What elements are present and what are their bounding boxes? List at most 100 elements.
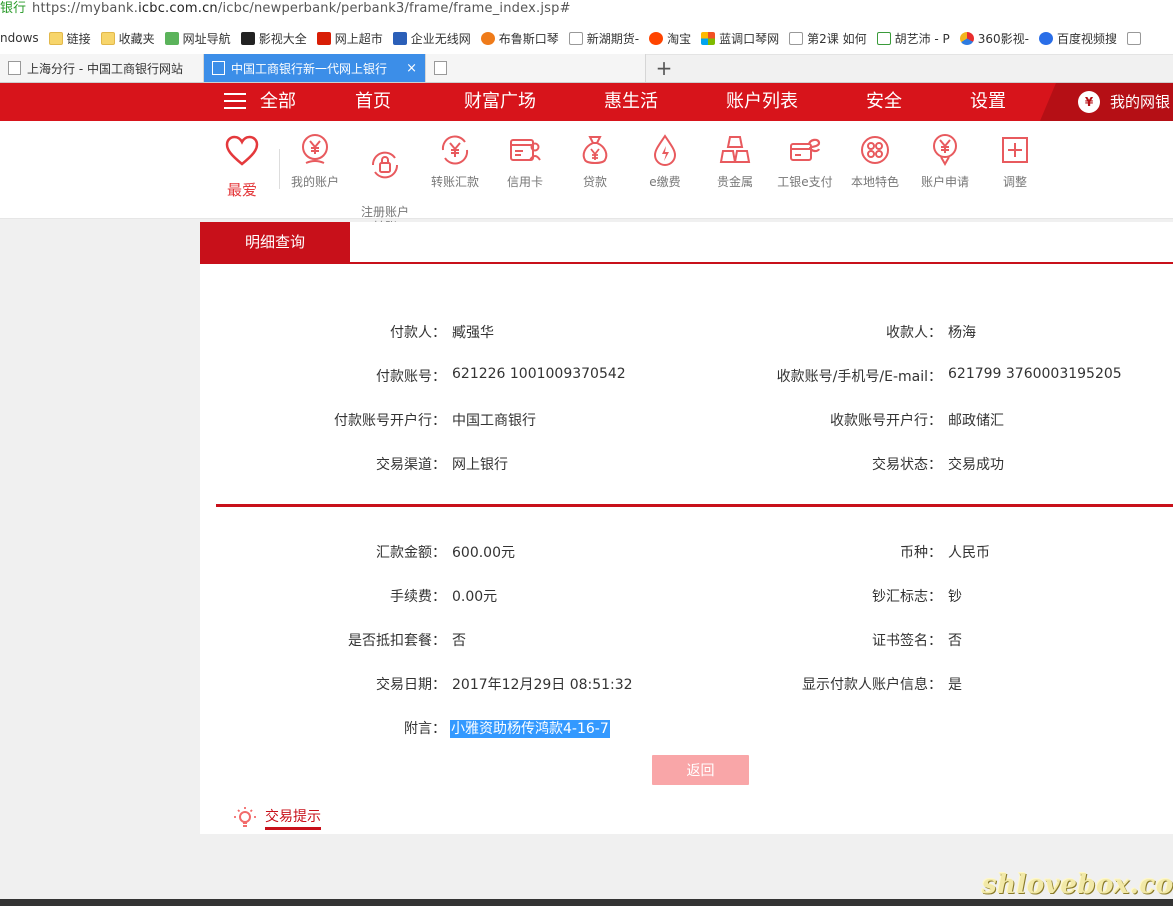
yuan-circle-icon — [302, 134, 328, 164]
bookmark-nav[interactable]: 网址导航 — [164, 30, 231, 47]
bookmark-windows[interactable]: ndows — [0, 31, 39, 45]
url-text[interactable]: https://mybank.icbc.com.cn/icbc/newperba… — [32, 1, 571, 16]
credit-card-icon — [510, 139, 541, 161]
nav-accounts[interactable]: 账户列表 — [726, 83, 798, 121]
bookmark-baidu[interactable]: 百度视频搜 — [1039, 30, 1117, 47]
tab-detail-query[interactable]: 明细查询 — [200, 222, 350, 263]
nav-wealth[interactable]: 财富广场 — [464, 83, 536, 121]
func-credit-card[interactable]: 信用卡 — [490, 133, 560, 190]
fee-value: 0.00元 — [452, 589, 498, 605]
bookmark-site-icon — [876, 31, 891, 45]
gold-bars-icon — [719, 136, 751, 163]
package-label: 是否抵扣套餐： — [348, 633, 446, 649]
bookmark-360[interactable]: 360影视- — [959, 30, 1029, 47]
epay-card-icon — [790, 138, 821, 161]
func-loan[interactable]: 贷款 — [560, 133, 630, 190]
bookmark-video[interactable]: 影视大全 — [240, 30, 307, 47]
show-payer-value: 是 — [948, 677, 962, 693]
detail-panel: 明细查询 付款人： 臧强华 收款人： 杨海 付款账号： 621226 10010… — [200, 222, 1173, 834]
bookmark-market[interactable]: 网上超市 — [316, 30, 383, 47]
currency-label: 币种： — [900, 545, 942, 561]
baidu-paw-icon — [1039, 31, 1054, 45]
func-registered-transfer[interactable]: 注册账户 转账 — [350, 133, 420, 235]
close-icon[interactable]: × — [406, 61, 417, 76]
payee-account-value: 621799 3760003195205 — [948, 366, 1122, 382]
func-precious-metals[interactable]: 贵金属 — [700, 133, 770, 190]
address-bar[interactable]: 银行 https://mybank.icbc.com.cn/icbc/newper… — [0, 0, 1173, 22]
heart-icon — [225, 135, 259, 166]
page-icon — [212, 61, 225, 75]
new-tab-button[interactable]: + — [646, 54, 682, 82]
browser-tabs: 上海分行 - 中国工商银行网站 中国工商银行新一代网上银行 × + — [0, 54, 1173, 83]
bookmark-wifi[interactable]: 企业无线网 — [392, 30, 471, 47]
payer-label: 付款人： — [390, 325, 446, 341]
memo-label: 附言： — [404, 721, 446, 737]
channel-value: 网上银行 — [452, 457, 508, 473]
bookmark-blues[interactable]: 蓝调口琴网 — [701, 30, 779, 47]
payee-value: 杨海 — [948, 325, 976, 341]
cert-value: 否 — [948, 633, 962, 649]
nav-security[interactable]: 安全 — [866, 83, 902, 121]
payer-value: 臧强华 — [452, 325, 494, 341]
address-prefix: 银行 — [0, 1, 27, 16]
favorites-button[interactable]: 最爱 — [222, 135, 262, 200]
nav-all[interactable]: 全部 — [224, 83, 296, 121]
payee-label: 收款人： — [886, 325, 942, 341]
tab-shanghai-branch[interactable]: 上海分行 - 中国工商银行网站 — [0, 54, 204, 82]
smile-icon — [480, 31, 495, 45]
main-nav: 全部 首页 财富广场 惠生活 账户列表 安全 设置 ¥ 我的网银 — [0, 83, 1173, 121]
local-dots-icon — [861, 136, 889, 164]
payee-bank-label: 收款账号开户行： — [830, 413, 942, 429]
func-account-apply[interactable]: 账户申请 — [910, 133, 980, 190]
bookmark-favorites[interactable]: 收藏夹 — [100, 30, 155, 47]
amount-label: 汇款金额： — [376, 545, 446, 561]
nav-home[interactable]: 首页 — [355, 83, 391, 121]
currency-value: 人民币 — [948, 545, 990, 561]
lightbulb-icon — [234, 807, 256, 827]
my-netbank-button[interactable]: ¥ 我的网银 — [1056, 83, 1173, 121]
func-adjust[interactable]: 调整 — [980, 133, 1050, 190]
cert-label: 证书签名： — [872, 633, 942, 649]
nav-settings[interactable]: 设置 — [970, 83, 1006, 121]
bookmark-futures[interactable]: 新湖期货- — [568, 30, 639, 47]
func-local-features[interactable]: 本地特色 — [840, 133, 910, 190]
payee-account-label: 收款账号/手机号/E-mail： — [776, 369, 942, 385]
function-icon-bar: 最爱 我的账户 注册账户 转账 转账汇款 信用卡 贷款 e缴费 贵金属 工银e支… — [0, 121, 1173, 234]
nav-slant — [1040, 83, 1056, 121]
tab-blank[interactable] — [426, 54, 646, 82]
func-transfer[interactable]: 转账汇款 — [420, 133, 490, 190]
back-button[interactable]: 返回 — [652, 755, 749, 785]
bookmark-taobao[interactable]: 淘宝 — [649, 30, 691, 47]
page-icon — [789, 31, 804, 45]
bookmark-lesson[interactable]: 第2课 如何 — [789, 30, 867, 47]
bookmark-harmonica[interactable]: 布鲁斯口琴 — [480, 30, 559, 47]
yuan-pin-icon — [933, 134, 957, 167]
memo-value: 小雅资助杨传鸿款4-16-7 — [450, 718, 610, 738]
page-icon — [434, 61, 447, 75]
func-my-account[interactable]: 我的账户 — [280, 133, 350, 190]
channel-label: 交易渠道： — [376, 457, 446, 473]
page-icon — [8, 61, 21, 75]
bookmark-huyipei[interactable]: 胡艺沛 - P — [876, 30, 950, 47]
bookmark-more[interactable] — [1127, 31, 1145, 45]
leaf-icon — [164, 31, 179, 45]
func-icbc-epay[interactable]: 工银e支付 — [770, 133, 840, 190]
tmall-icon — [316, 31, 331, 45]
tab-underline — [200, 262, 1173, 264]
transaction-tips[interactable]: 交易提示 — [233, 806, 321, 830]
payee-bank-value: 邮政储汇 — [948, 413, 1004, 429]
plus-square-icon — [1002, 137, 1028, 163]
transfer-yuan-icon — [441, 135, 469, 165]
page-icon — [568, 31, 583, 45]
status-value: 交易成功 — [948, 457, 1004, 473]
cash-flag-value: 钞 — [948, 589, 962, 605]
nav-life[interactable]: 惠生活 — [604, 83, 658, 121]
memo-selected-text[interactable]: 小雅资助杨传鸿款4-16-7 — [450, 720, 610, 738]
func-epay-bills[interactable]: e缴费 — [630, 133, 700, 190]
tab-icbc-netbank[interactable]: 中国工商银行新一代网上银行 × — [204, 54, 426, 82]
folder-icon — [100, 31, 115, 45]
package-value: 否 — [452, 633, 466, 649]
money-bag-icon: ¥ — [1078, 91, 1100, 113]
bookmark-links[interactable]: 链接 — [48, 30, 91, 47]
windows-logo-icon — [701, 31, 716, 45]
